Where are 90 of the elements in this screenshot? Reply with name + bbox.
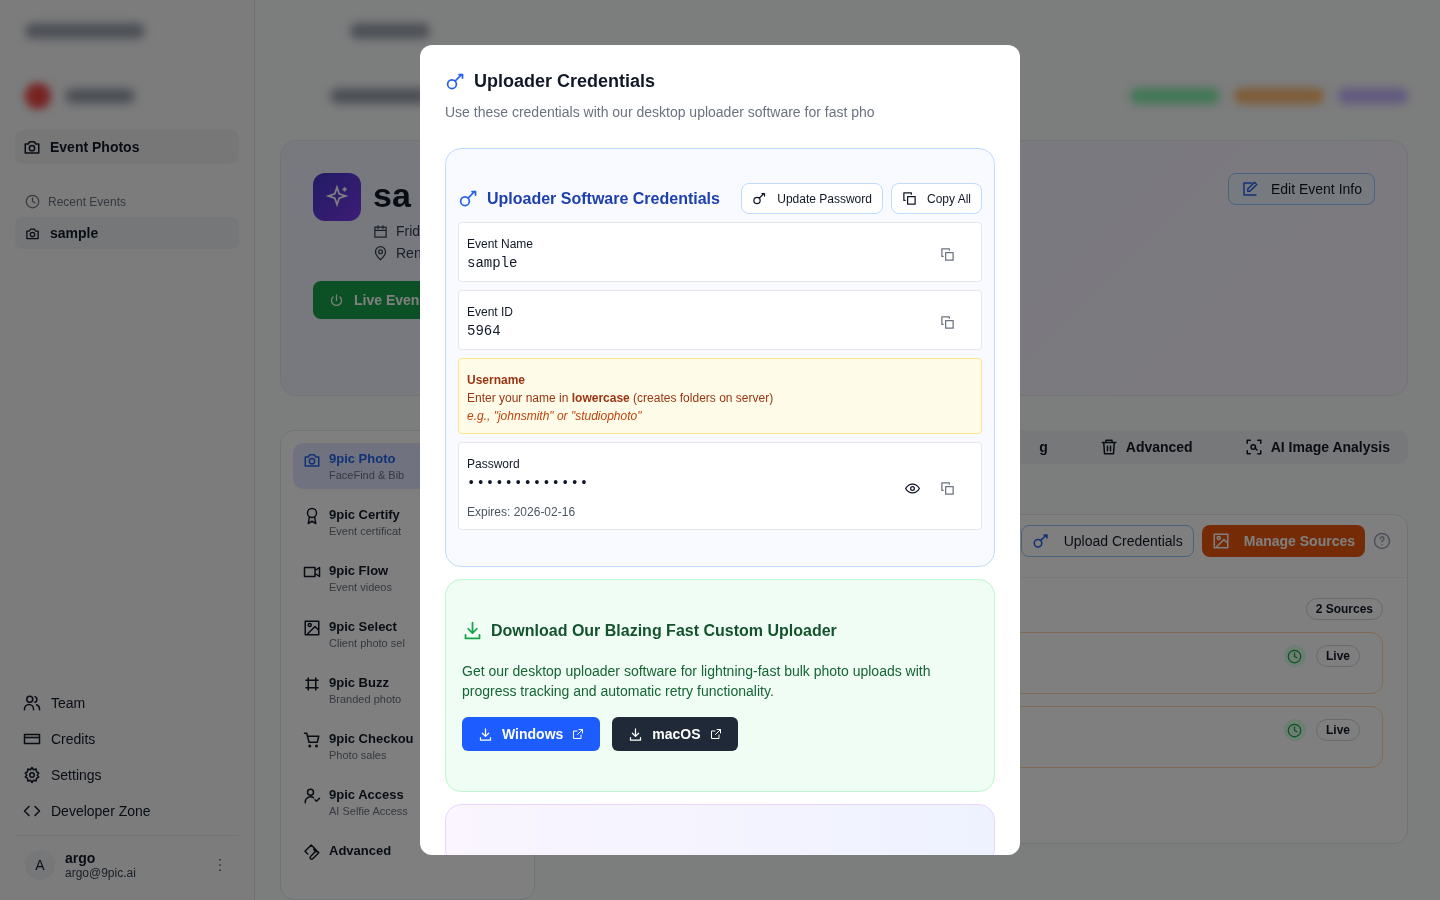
external-link-icon bbox=[709, 728, 722, 740]
update-password-button[interactable]: Update Password bbox=[741, 183, 883, 214]
key-icon bbox=[752, 191, 768, 206]
key-icon bbox=[1031, 532, 1050, 550]
clock-icon bbox=[1284, 645, 1306, 667]
scan-icon bbox=[1244, 438, 1263, 456]
module-name: 9pic Checkou bbox=[329, 731, 414, 746]
field-label: Event Name bbox=[467, 237, 535, 251]
copy-icon[interactable] bbox=[940, 246, 955, 262]
user-name: argo bbox=[65, 850, 97, 866]
cart-icon bbox=[303, 731, 321, 749]
download-icon bbox=[462, 620, 483, 641]
edit-event-button[interactable]: Edit Event Info bbox=[1227, 173, 1375, 205]
download-button[interactable]: macOS bbox=[612, 717, 738, 751]
download-title: Download Our Blazing Fast Custom Uploader bbox=[491, 621, 837, 640]
dialog-title: Uploader Credentials bbox=[474, 71, 656, 92]
hash-frame-icon bbox=[303, 675, 321, 693]
copy-icon bbox=[901, 191, 917, 206]
recent-events-label: Recent Events bbox=[48, 194, 127, 209]
blurred-stat bbox=[1338, 88, 1408, 104]
download-description: Get our desktop uploader software for lightning-fast bulk photo uploads with progress tracking and automatic retry functionality. bbox=[462, 662, 932, 701]
module-item[interactable]: Advanced bbox=[293, 835, 522, 869]
module-name: 9pic Photo bbox=[329, 451, 397, 466]
example-text: e.g., "johnsmith" or "studiophoto" bbox=[467, 409, 643, 423]
module-description: Photo sales bbox=[329, 749, 388, 761]
settings-icon bbox=[23, 766, 41, 784]
edit-icon bbox=[1240, 180, 1259, 198]
nav-item[interactable]: Team bbox=[15, 685, 239, 721]
power-icon bbox=[329, 292, 344, 308]
camera-icon bbox=[23, 138, 41, 156]
key-icon bbox=[458, 188, 479, 209]
download-icon bbox=[478, 726, 493, 742]
module-name: 9pic Certify bbox=[329, 507, 401, 522]
copy-icon[interactable] bbox=[940, 314, 955, 330]
manage-sources-button[interactable]: Manage Sources bbox=[1201, 525, 1365, 557]
nav-item[interactable]: Developer Zone bbox=[15, 793, 239, 829]
field-label: Password bbox=[467, 457, 521, 471]
recent-event-item[interactable]: sample bbox=[15, 217, 239, 249]
clock-icon bbox=[25, 194, 40, 209]
external-link-icon bbox=[572, 728, 585, 740]
event-title: sa bbox=[373, 175, 412, 216]
upload-credentials-button[interactable]: Upload Credentials bbox=[1020, 525, 1194, 557]
camera-icon bbox=[25, 225, 40, 241]
clock-icon bbox=[1284, 719, 1306, 741]
tab[interactable]: AI Image Analysis bbox=[1244, 438, 1390, 456]
blurred-avatar bbox=[25, 83, 51, 109]
module-description: Event certificat bbox=[329, 525, 402, 537]
eye-icon[interactable] bbox=[905, 480, 920, 496]
module-description: Client photo sel bbox=[329, 637, 405, 649]
module-name: 9pic Access bbox=[329, 787, 405, 802]
tab[interactable]: g bbox=[1039, 439, 1048, 455]
event-date: Frid bbox=[396, 223, 421, 239]
user-check-icon bbox=[303, 787, 321, 805]
nav-item[interactable]: Settings bbox=[15, 757, 239, 793]
trash-icon bbox=[1099, 438, 1118, 456]
module-name: 9pic Select bbox=[329, 619, 398, 634]
blurred-account bbox=[65, 88, 135, 104]
key-icon bbox=[445, 71, 466, 92]
module-name: 9pic Buzz bbox=[329, 675, 390, 690]
module-description: FaceFind & Bib bbox=[329, 469, 405, 481]
module-name: 9pic Flow bbox=[329, 563, 390, 578]
camera-icon bbox=[303, 451, 321, 469]
module-name: Advanced bbox=[329, 843, 392, 858]
location-pin-icon bbox=[373, 245, 388, 261]
notice-text: Enter your name in lowercase (creates folders on server) bbox=[467, 391, 775, 405]
user-email: argo@9pic.ai bbox=[65, 866, 137, 880]
section-header[interactable]: Event Photos bbox=[15, 130, 239, 164]
module-description: Event videos bbox=[329, 581, 392, 593]
field-label: Username bbox=[467, 373, 527, 387]
dialog-subtitle: Use these credentials with our desktop uploader software for fast pho bbox=[445, 104, 876, 120]
field-value: sample bbox=[467, 255, 519, 271]
image-icon bbox=[1211, 532, 1230, 550]
user-avatar: A bbox=[25, 850, 55, 880]
image-icon bbox=[303, 619, 321, 637]
module-item[interactable]: 9pic Access AI Selfie Access bbox=[293, 779, 522, 825]
module-item[interactable]: 9pic Flow Event videos bbox=[293, 555, 522, 601]
field-value: 5964 bbox=[467, 323, 502, 339]
copy-icon[interactable] bbox=[940, 480, 955, 496]
credentials-card-title: Uploader Software Credentials bbox=[487, 189, 721, 208]
field-label: Event ID bbox=[467, 305, 515, 319]
calendar-icon bbox=[373, 223, 388, 239]
expiry-text: Expires: 2026-02-16 bbox=[467, 505, 577, 519]
download-icon bbox=[628, 726, 644, 742]
module-description: AI Selfie Access bbox=[329, 805, 408, 817]
module-description: Branded photo bbox=[329, 693, 402, 705]
users-icon bbox=[23, 694, 41, 712]
download-button[interactable]: Windows bbox=[462, 717, 601, 751]
tab[interactable]: Advanced bbox=[1099, 438, 1193, 456]
copy-all-button[interactable]: Copy All bbox=[890, 183, 982, 214]
nav-item[interactable]: Credits bbox=[15, 721, 239, 757]
